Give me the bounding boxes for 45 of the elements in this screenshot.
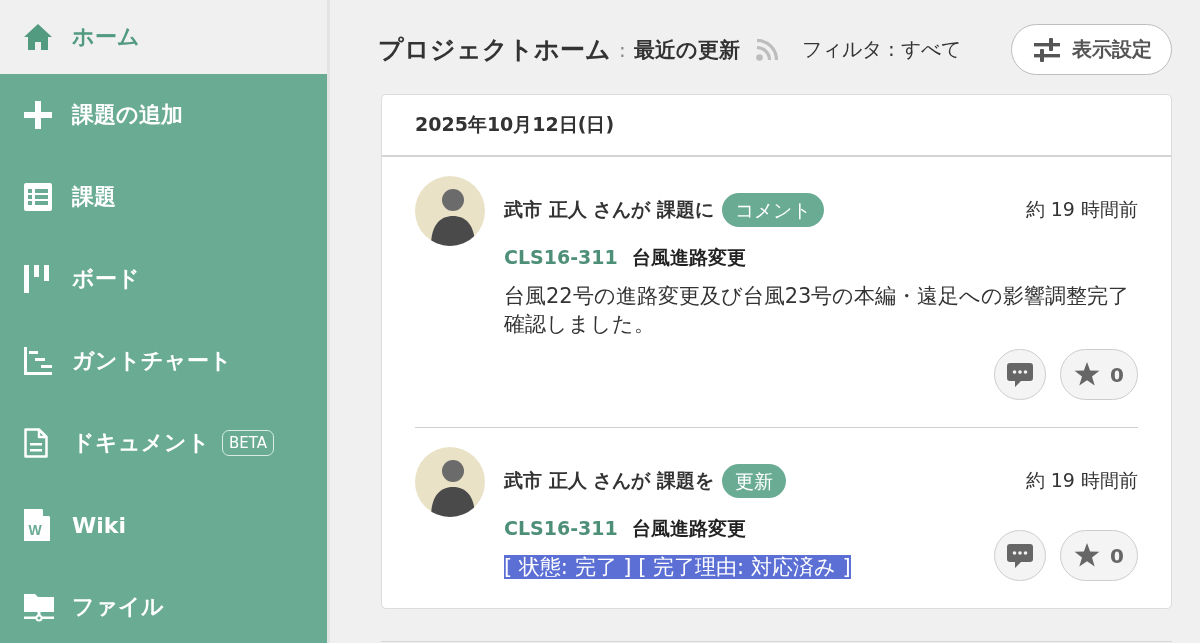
filter-link[interactable]: フィルタ : すべて — [801, 36, 962, 63]
list-icon — [24, 183, 52, 211]
timestamp: 約 19 時間前 — [1025, 468, 1138, 493]
document-icon — [24, 428, 48, 458]
action-badge: 更新 — [721, 464, 786, 498]
action-badge: コメント — [721, 193, 824, 227]
nav-item[interactable]: ボード — [0, 238, 327, 320]
beta-badge: BETA — [222, 430, 275, 456]
speech-bubble-icon — [1007, 361, 1033, 388]
nav-item[interactable]: ホーム — [0, 0, 327, 74]
sliders-icon — [1034, 37, 1060, 62]
star-button[interactable]: 0 — [1060, 349, 1138, 400]
display-settings-button[interactable]: 表示設定 — [1011, 24, 1172, 75]
gantt-chart-icon — [24, 347, 52, 375]
section-subtitle: 最近の更新 — [633, 36, 740, 64]
nav-item[interactable]: ファイル — [0, 566, 327, 643]
timestamp: 約 19 時間前 — [1025, 197, 1138, 222]
issue-title-link[interactable]: 台風進路変更 — [631, 514, 746, 542]
comment-button[interactable] — [994, 349, 1046, 400]
activity-actor-text: 武市 正人 さんが 課題を — [504, 468, 714, 493]
nav-item[interactable]: W Wiki — [0, 484, 327, 566]
network-folder-icon — [24, 592, 54, 622]
home-icon — [24, 24, 52, 50]
date-heading: 2025年10月12日(日) — [382, 95, 1171, 157]
speech-bubble-icon — [1007, 542, 1033, 569]
activity-body-text: 台風22号の進路変更及び台風23号の本編・遠足への影響調整完了確認しました。 — [504, 284, 1130, 336]
issue-key-link[interactable]: CLS16-311 — [504, 243, 618, 271]
activity-body-text: [ 状態: 完了 ] [ 完了理由: 対応済み ] — [504, 555, 851, 579]
wiki-page-icon: W — [24, 509, 50, 541]
nav-item[interactable]: ドキュメント BETA — [0, 402, 327, 484]
comment-button[interactable] — [994, 530, 1046, 581]
plus-icon — [24, 101, 52, 129]
issue-title-link[interactable]: 台風進路変更 — [631, 243, 746, 271]
nav-item[interactable]: ガントチャート — [0, 320, 327, 402]
star-icon — [1074, 543, 1101, 568]
nav-item[interactable]: 課題の追加 — [0, 74, 327, 156]
rss-icon — [755, 38, 778, 61]
star-icon — [1074, 362, 1101, 387]
board-columns-icon — [24, 265, 50, 293]
star-button[interactable]: 0 — [1060, 530, 1138, 581]
issue-key-link[interactable]: CLS16-311 — [504, 514, 618, 542]
page-title: プロジェクトホーム — [378, 34, 611, 66]
activity-actor-text: 武市 正人 さんが 課題に — [504, 197, 714, 222]
title-separator: : — [619, 37, 626, 62]
nav-item[interactable]: 課題 — [0, 156, 327, 238]
